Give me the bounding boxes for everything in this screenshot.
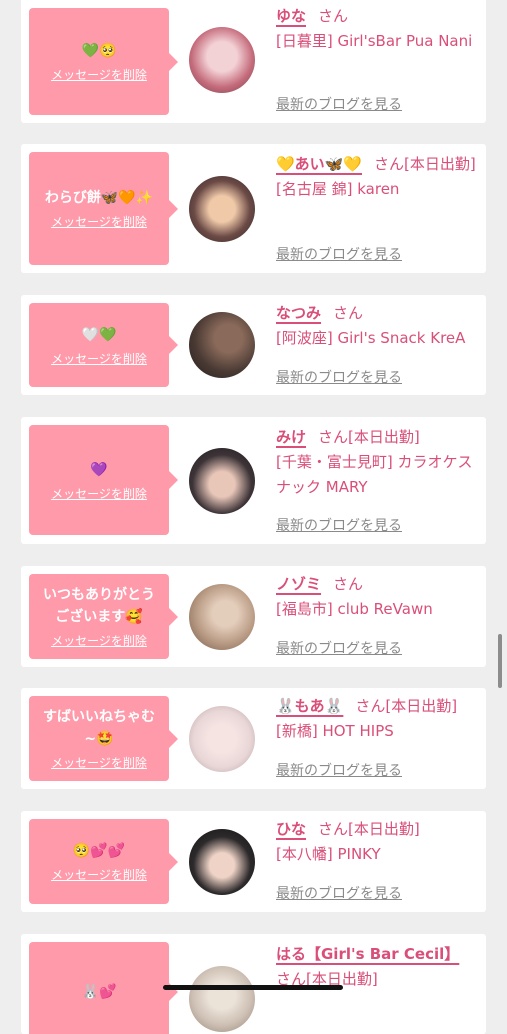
shop-name: [日暮里] Girl'sBar Pua Nani <box>276 32 473 50</box>
message-text: 💚🥺 <box>81 43 117 59</box>
message-text: 💜 <box>90 461 108 478</box>
shop-name: [千葉・富士見町] カラオケスナック MARY <box>276 453 473 496</box>
sender-name-link[interactable]: はる【Girl's Bar Cecil】 <box>276 945 459 963</box>
sender-info: みけ さん[本日出勤] [千葉・富士見町] カラオケスナック MARY <box>276 425 481 500</box>
avatar[interactable] <box>189 706 255 772</box>
sender-info: ひな さん[本日出勤] [本八幡] PINKY <box>276 817 481 867</box>
latest-blog-link[interactable]: 最新のブログを見る <box>276 367 402 387</box>
avatar[interactable] <box>189 829 255 895</box>
message-bubble: 💜 メッセージを削除 <box>29 425 178 535</box>
message-card: わらび餅🦋🧡✨ メッセージを削除 💛あい🦋💛 さん[本日出勤] [名古屋 錦] k… <box>21 144 486 273</box>
honorific: さん[本日出勤] <box>318 428 420 446</box>
latest-blog-link[interactable]: 最新のブログを見る <box>276 638 402 658</box>
sender-name-link[interactable]: みけ <box>276 428 306 446</box>
shop-name: [新橋] HOT HIPS <box>276 722 394 740</box>
avatar[interactable] <box>189 176 255 242</box>
sender-name-link[interactable]: ひな <box>276 820 306 838</box>
honorific: さん[本日出勤] <box>374 155 476 173</box>
delete-message-link[interactable]: メッセージを削除 <box>51 754 147 771</box>
honorific: さん <box>318 7 349 25</box>
latest-blog-link[interactable]: 最新のブログを見る <box>276 244 402 264</box>
message-text: いつもありがとう ございます🥰 <box>43 587 155 625</box>
delete-message-link[interactable]: メッセージを削除 <box>51 866 147 883</box>
message-bubble: 🥺💕💕 メッセージを削除 <box>29 819 178 904</box>
latest-blog-link[interactable]: 最新のブログを見る <box>276 883 402 903</box>
honorific: さん[本日出勤] <box>318 820 420 838</box>
delete-message-link[interactable]: メッセージを削除 <box>51 350 147 367</box>
message-card: すばいいねちゃむ ~🤩 メッセージを削除 🐰もあ🐰 さん[本日出勤] [新橋] H… <box>21 688 486 789</box>
message-bubble: わらび餅🦋🧡✨ メッセージを削除 <box>29 152 178 265</box>
sender-name-link[interactable]: ゆな <box>276 7 306 25</box>
sender-info: 💛あい🦋💛 さん[本日出勤] [名古屋 錦] karen <box>276 152 481 202</box>
shop-name: [名古屋 錦] karen <box>276 180 400 198</box>
avatar[interactable] <box>189 584 255 650</box>
latest-blog-link[interactable]: 最新のブログを見る <box>276 760 402 780</box>
message-card: 🐰💕 はる【Girl's Bar Cecil】 さん[本日出勤] <box>21 934 486 1034</box>
message-bubble: 💚🥺 メッセージを削除 <box>29 8 178 115</box>
message-card: 🤍💚 メッセージを削除 なつみ さん [阿波座] Girl's Snack Kre… <box>21 295 486 395</box>
message-bubble: いつもありがとう ございます🥰 メッセージを削除 <box>29 574 178 659</box>
message-text: すばいいねちゃむ ~🤩 <box>43 709 155 747</box>
delete-message-link[interactable]: メッセージを削除 <box>51 632 147 649</box>
shop-name: [福島市] club ReVawn <box>276 600 433 618</box>
delete-message-link[interactable]: メッセージを削除 <box>51 213 147 230</box>
sender-name-link[interactable]: 🐰もあ🐰 <box>276 697 343 715</box>
latest-blog-link[interactable]: 最新のブログを見る <box>276 94 402 114</box>
sender-info: なつみ さん [阿波座] Girl's Snack KreA <box>276 301 481 351</box>
avatar[interactable] <box>189 312 255 378</box>
message-text: わらび餅🦋🧡✨ <box>44 190 154 206</box>
latest-blog-link[interactable]: 最新のブログを見る <box>276 515 402 535</box>
message-card: 💜 メッセージを削除 みけ さん[本日出勤] [千葉・富士見町] カラオケスナック… <box>21 417 486 544</box>
sender-info: ノゾミ さん [福島市] club ReVawn <box>276 572 481 622</box>
delete-message-link[interactable]: メッセージを削除 <box>51 66 147 83</box>
avatar[interactable] <box>189 27 255 93</box>
message-card: 🥺💕💕 メッセージを削除 ひな さん[本日出勤] [本八幡] PINKY 最新のブ… <box>21 811 486 912</box>
honorific: さん <box>333 304 364 322</box>
message-text: 🥺💕💕 <box>72 843 126 859</box>
sender-name-link[interactable]: 💛あい🦋💛 <box>276 155 362 173</box>
message-bubble: すばいいねちゃむ ~🤩 メッセージを削除 <box>29 696 178 781</box>
message-text: 🤍💚 <box>81 326 117 343</box>
sender-name-link[interactable]: ノゾミ <box>276 575 321 593</box>
message-card: いつもありがとう ございます🥰 メッセージを削除 ノゾミ さん [福島市] clu… <box>21 566 486 667</box>
home-indicator <box>163 985 343 990</box>
sender-name-link[interactable]: なつみ <box>276 304 321 322</box>
honorific: さん[本日出勤] <box>355 697 458 715</box>
honorific: さん <box>333 575 364 593</box>
avatar[interactable] <box>189 966 255 1032</box>
sender-info: 🐰もあ🐰 さん[本日出勤] [新橋] HOT HIPS <box>276 694 481 744</box>
shop-name: [阿波座] Girl's Snack KreA <box>276 329 466 347</box>
scrollbar[interactable] <box>498 634 502 688</box>
message-bubble: 🤍💚 メッセージを削除 <box>29 303 178 387</box>
sender-info: ゆな さん [日暮里] Girl'sBar Pua Nani <box>276 4 481 54</box>
delete-message-link[interactable]: メッセージを削除 <box>51 485 147 502</box>
message-card: 💚🥺 メッセージを削除 ゆな さん [日暮里] Girl'sBar Pua Nan… <box>21 0 486 123</box>
shop-name: [本八幡] PINKY <box>276 845 381 863</box>
avatar[interactable] <box>189 448 255 514</box>
message-bubble: 🐰💕 <box>29 942 178 1034</box>
